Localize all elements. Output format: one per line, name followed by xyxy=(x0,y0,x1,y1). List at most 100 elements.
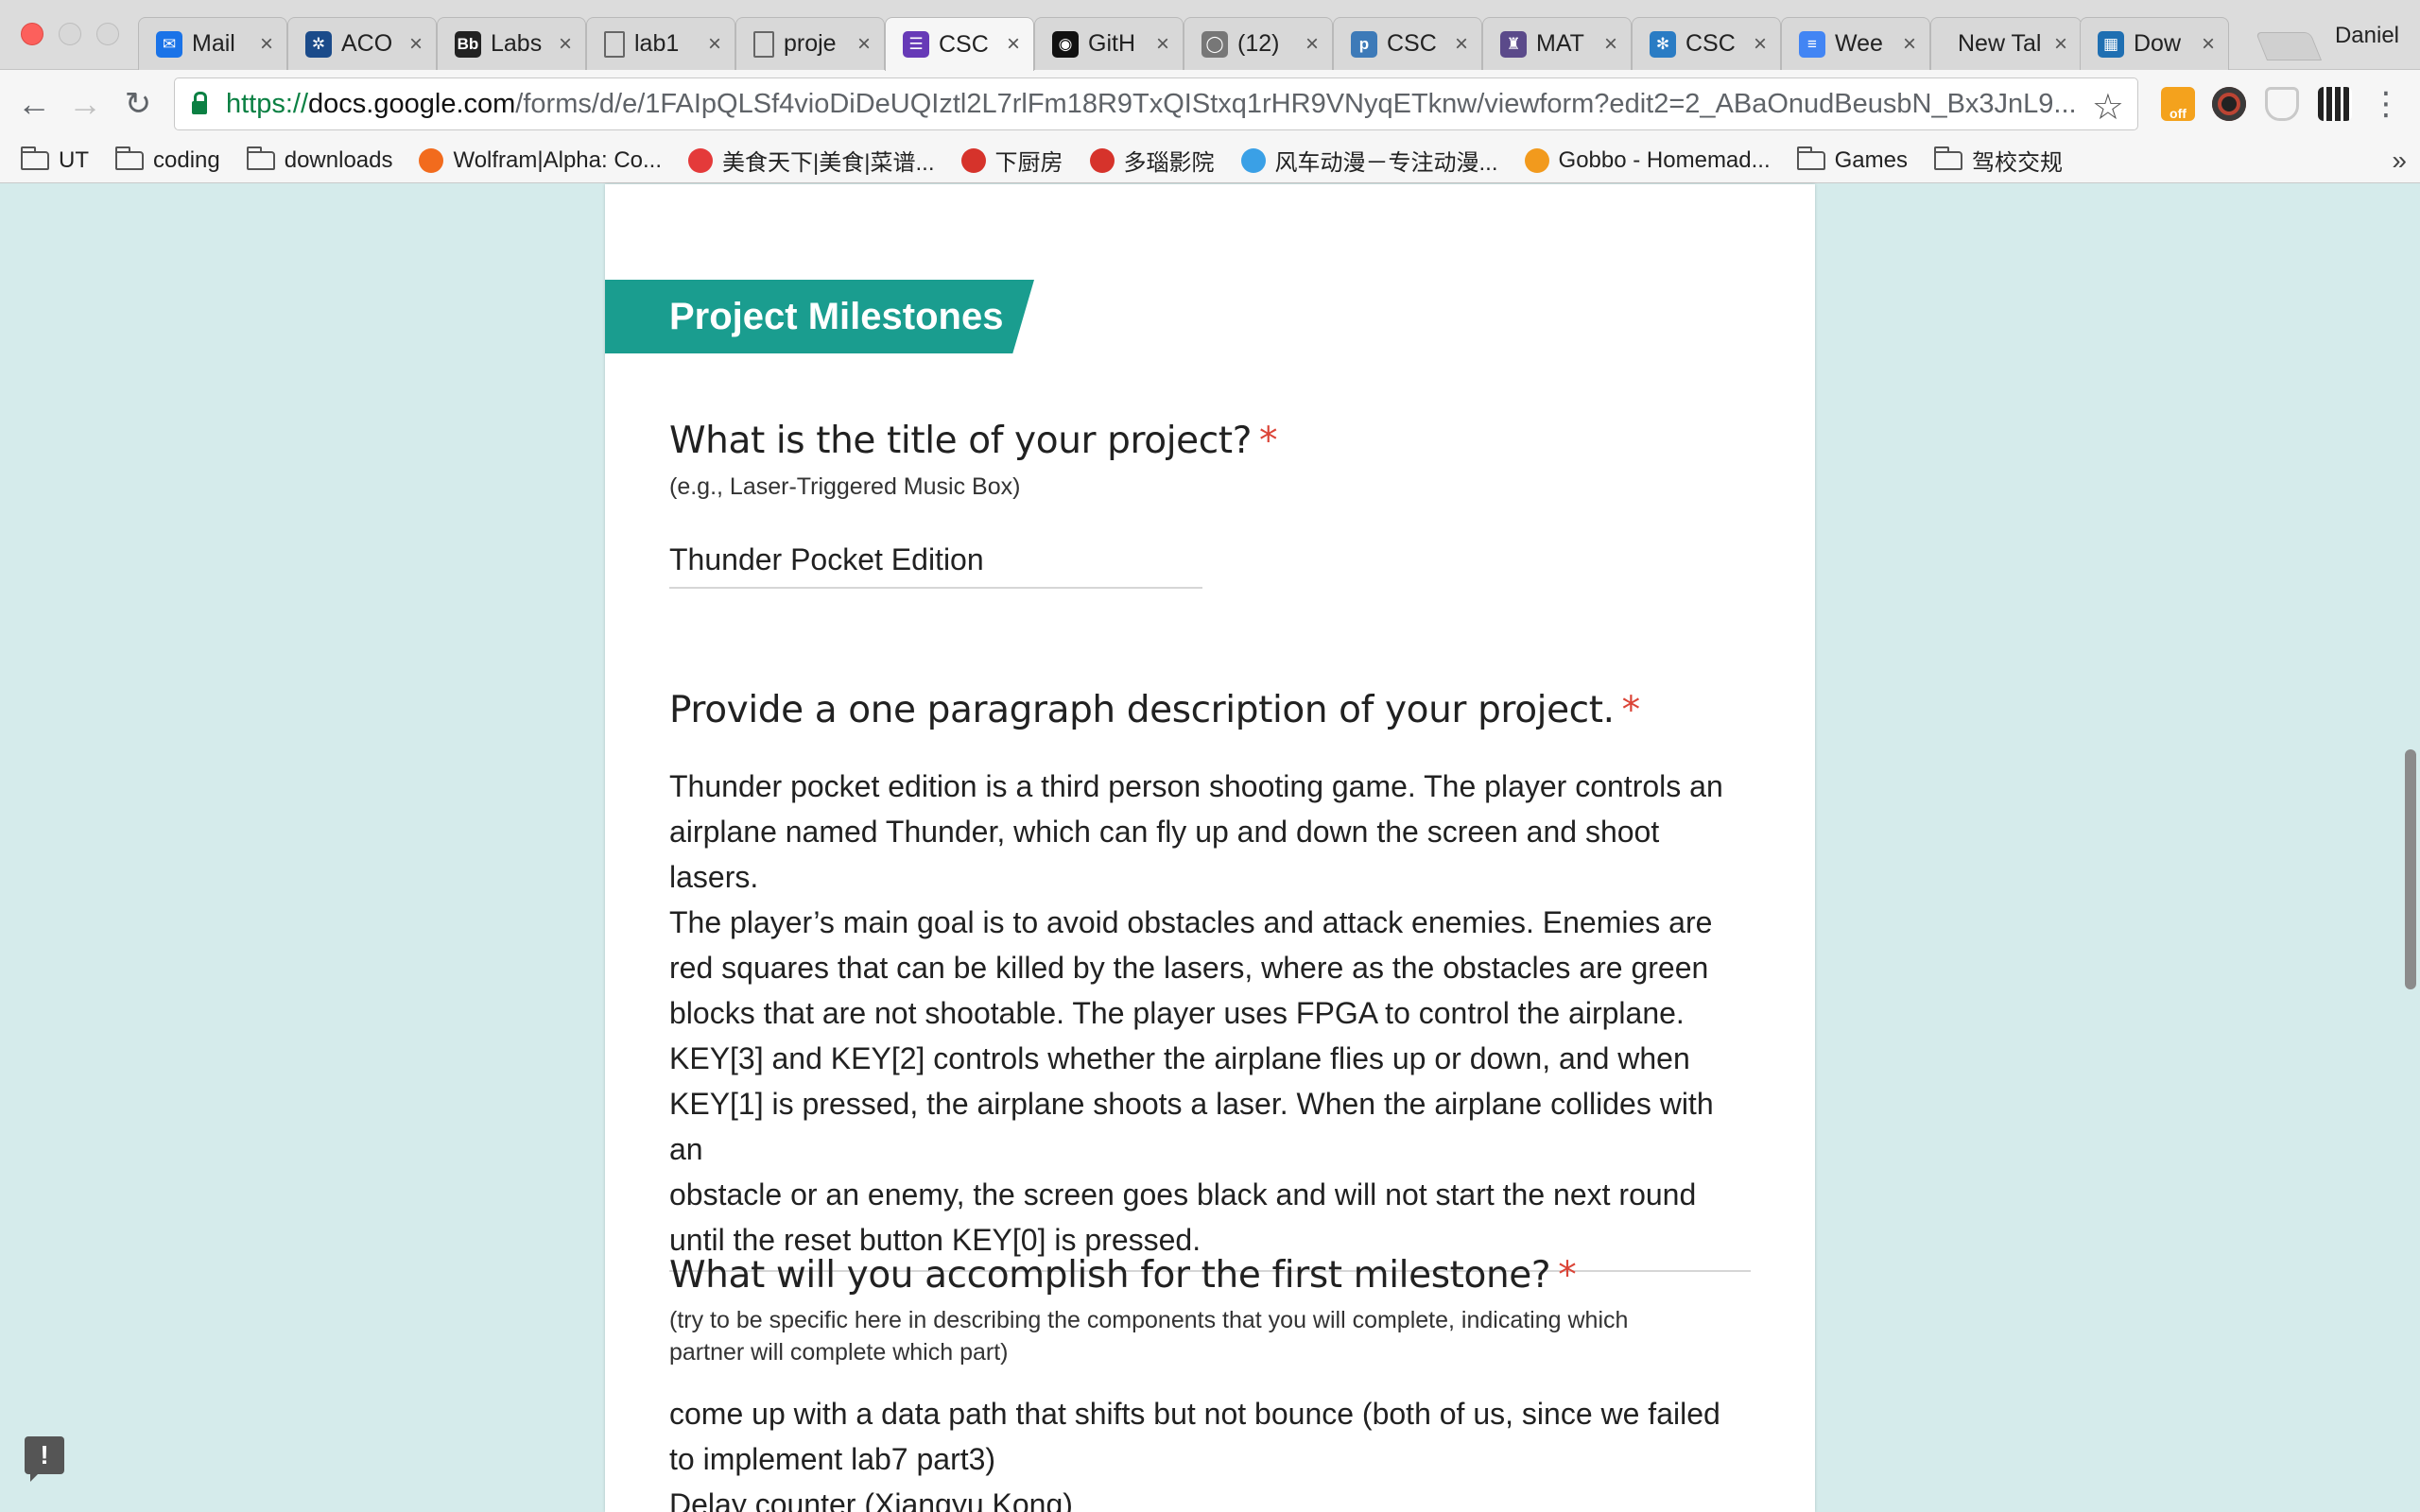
bookmark-star-icon[interactable]: ☆ xyxy=(2092,86,2124,129)
bookmark-item[interactable]: Games xyxy=(1796,146,1908,174)
bookmark-label: 风车动漫－专注动漫... xyxy=(1274,150,1498,176)
close-tab-icon[interactable]: × xyxy=(1600,31,1621,58)
bookmark-label: Games xyxy=(1834,146,1908,173)
question-help-text: (try to be specific here in describing t… xyxy=(669,1307,1629,1366)
browser-tab[interactable]: ≡ Wee × xyxy=(1781,17,1930,70)
tab-title: (12) xyxy=(1237,30,1280,57)
browser-tab[interactable]: New Tal × xyxy=(1930,17,2082,70)
forward-arrow-icon[interactable]: → xyxy=(64,83,106,125)
bookmark-item[interactable]: 下厨房 xyxy=(960,144,1063,177)
required-asterisk: * xyxy=(1558,1254,1577,1297)
blackboard-icon: Bb xyxy=(455,30,481,58)
close-tab-icon[interactable]: × xyxy=(406,31,426,58)
folder-icon xyxy=(21,146,49,170)
page-scrollbar[interactable] xyxy=(2401,184,2420,1512)
crest-icon: ♜ xyxy=(1500,30,1527,58)
bookmark-label: coding xyxy=(153,146,220,173)
feedback-icon[interactable]: ! xyxy=(25,1436,64,1482)
bookmark-item[interactable]: Gobbo - Homemad... xyxy=(1524,146,1771,174)
question-help-text: (e.g., Laser-Triggered Music Box) xyxy=(669,473,1021,500)
bookmark-item[interactable]: Wolfram|Alpha: Co... xyxy=(419,147,662,174)
question-text: What is the title of your project? xyxy=(669,420,1252,462)
browser-tab[interactable]: ✻ CSC × xyxy=(1632,17,1781,70)
browser-tab[interactable]: proje × xyxy=(735,17,885,70)
bookmark-label: downloads xyxy=(284,146,393,173)
tab-title: proje xyxy=(784,30,837,57)
bookmark-item[interactable]: downloads xyxy=(246,146,393,174)
bookmark-item[interactable]: UT xyxy=(21,146,89,174)
page-viewport: Project Milestones What is the title of … xyxy=(0,184,2420,1512)
project-description-textarea[interactable]: Thunder pocket edition is a third person… xyxy=(669,764,1751,1272)
browser-tab[interactable]: ♜ MAT × xyxy=(1482,17,1632,70)
browser-tab[interactable]: p CSC × xyxy=(1333,17,1482,70)
bookmark-label: 下厨房 xyxy=(994,150,1063,176)
close-tab-icon[interactable]: × xyxy=(1750,31,1771,58)
scrollbar-thumb[interactable] xyxy=(2405,749,2416,989)
close-tab-icon[interactable]: × xyxy=(2198,31,2219,58)
bookmark-item[interactable]: 多瑙影院 xyxy=(1089,144,1215,177)
browser-tab[interactable]: ✉ Mail × xyxy=(138,17,287,70)
bookmark-label: 驾校交规 xyxy=(1972,150,2063,176)
qr-code-icon[interactable] xyxy=(2318,87,2352,121)
back-arrow-icon[interactable]: ← xyxy=(13,83,55,125)
tab-title: MAT xyxy=(1536,30,1584,57)
browser-tab[interactable]: ☰ CSC × xyxy=(885,17,1034,71)
new-tab-button[interactable] xyxy=(2255,32,2323,60)
food-icon xyxy=(688,147,714,173)
menu-kebab-icon[interactable]: ⋮ xyxy=(2365,83,2407,125)
minimize-window-button[interactable] xyxy=(59,23,81,45)
tab-title: CSC xyxy=(1387,30,1437,57)
required-asterisk: * xyxy=(1621,689,1641,731)
close-tab-icon[interactable]: × xyxy=(2050,31,2071,58)
close-tab-icon[interactable]: × xyxy=(555,31,576,58)
kitchen-icon xyxy=(960,147,986,173)
profile-name[interactable]: Daniel xyxy=(2335,23,2399,49)
browser-tab[interactable]: lab1 × xyxy=(586,17,735,70)
bookmark-label: UT xyxy=(59,146,89,173)
bookmark-label: Gobbo - Homemad... xyxy=(1558,146,1771,173)
close-tab-icon[interactable]: × xyxy=(1451,31,1472,58)
video-icon xyxy=(1089,147,1115,173)
bookmark-label: 多瑙影院 xyxy=(1123,150,1215,176)
close-tab-icon[interactable]: × xyxy=(854,31,874,58)
section-header: Project Milestones xyxy=(605,280,1034,353)
chat-icon: ◯ xyxy=(1201,30,1228,58)
bookmark-item[interactable]: 驾校交规 xyxy=(1934,144,2063,177)
browser-tab[interactable]: ◯ (12) × xyxy=(1184,17,1333,70)
close-tab-icon[interactable]: × xyxy=(1152,31,1173,58)
tab-title: New Tal xyxy=(1958,30,2042,57)
question-title-description: Provide a one paragraph description of y… xyxy=(669,689,1640,731)
address-bar[interactable]: https://docs.google.com/forms/d/e/1FAIpQ… xyxy=(174,77,2138,130)
chart-icon: ▦ xyxy=(2098,30,2124,58)
browser-tab[interactable]: ▦ Dow × xyxy=(2080,17,2229,70)
google-docs-icon: ≡ xyxy=(1799,30,1825,58)
close-tab-icon[interactable]: × xyxy=(1302,31,1322,58)
close-tab-icon[interactable]: × xyxy=(256,31,277,58)
tab-title: lab1 xyxy=(634,30,680,57)
browser-tab[interactable]: ✲ ACO × xyxy=(287,17,437,70)
reload-icon[interactable]: ↻ xyxy=(117,83,159,125)
url-path: /forms/d/e/1FAIpQLSf4vioDiDeUQIztl2L7rlF… xyxy=(515,88,2077,119)
close-tab-icon[interactable]: × xyxy=(704,31,725,58)
first-milestone-textarea[interactable]: come up with a data path that shifts but… xyxy=(669,1391,1751,1512)
zoom-window-button[interactable] xyxy=(96,23,119,45)
tab-title: Wee xyxy=(1835,30,1883,57)
camera-extension-icon[interactable] xyxy=(2212,87,2246,121)
bookmark-item[interactable]: 美食天下|美食|菜谱... xyxy=(688,144,935,177)
close-tab-icon[interactable]: × xyxy=(1003,31,1024,58)
tab-title: Mail xyxy=(192,30,235,57)
browser-tab[interactable]: Bb Labs × xyxy=(437,17,586,70)
bookmark-item[interactable]: coding xyxy=(115,146,220,174)
adblock-off-icon[interactable]: off xyxy=(2161,87,2195,121)
project-title-input[interactable]: Thunder Pocket Edition xyxy=(669,542,1202,589)
question-text: Provide a one paragraph description of y… xyxy=(669,689,1615,731)
close-tab-icon[interactable]: × xyxy=(1899,31,1920,58)
browser-tab[interactable]: ◉ GitH × xyxy=(1034,17,1184,70)
bookmark-item[interactable]: 风车动漫－专注动漫... xyxy=(1240,144,1498,177)
more-bookmarks-chevron-icon[interactable]: » xyxy=(2392,146,2407,176)
folder-icon xyxy=(1934,146,1962,170)
document-icon xyxy=(604,30,625,58)
shield-extension-icon[interactable] xyxy=(2265,87,2299,121)
close-window-button[interactable] xyxy=(21,23,43,45)
url-text[interactable]: https://docs.google.com/forms/d/e/1FAIpQ… xyxy=(226,89,2088,120)
